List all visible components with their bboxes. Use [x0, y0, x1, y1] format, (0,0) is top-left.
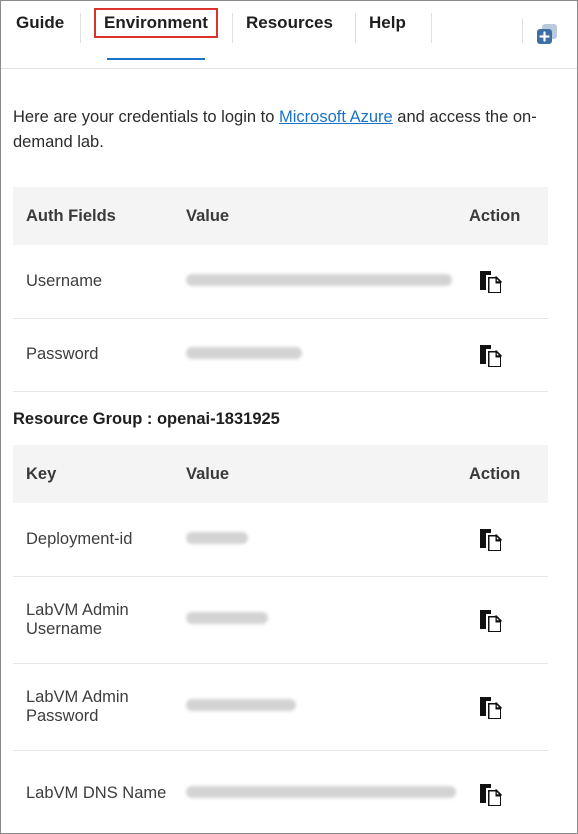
- tab-divider: [80, 13, 81, 43]
- action-cell: [456, 576, 548, 664]
- tab-divider: [431, 13, 432, 43]
- tab-divider: [522, 19, 523, 43]
- username-value: [173, 245, 456, 319]
- header-value: Value: [173, 445, 456, 503]
- header-key: Key: [13, 445, 173, 503]
- copy-icon[interactable]: [477, 526, 503, 552]
- lab-panel: Guide Environment Resources Help Here ar…: [0, 0, 578, 834]
- header-action: Action: [456, 445, 548, 503]
- tab-bar: Guide Environment Resources Help: [1, 1, 577, 69]
- table-row: LabVM Admin Password: [13, 663, 548, 751]
- add-panel-icon[interactable]: [535, 22, 559, 46]
- labvm-admin-username-label: LabVM Admin Username: [13, 576, 173, 664]
- labvm-admin-username-value: [173, 576, 456, 664]
- action-cell: [456, 503, 548, 577]
- resource-group-table: Key Value Action Deployment-id LabVM Adm…: [13, 445, 548, 833]
- table-row: LabVM Admin Username: [13, 576, 548, 664]
- intro-text: Here are your credentials to login to Mi…: [13, 105, 553, 155]
- tab-guide[interactable]: Guide: [16, 13, 64, 33]
- action-cell: [456, 750, 548, 833]
- active-tab-indicator: [107, 58, 205, 60]
- username-label: Username: [13, 245, 173, 319]
- action-cell: [456, 245, 548, 319]
- table-header: Key Value Action: [13, 445, 548, 503]
- copy-icon[interactable]: [477, 781, 503, 807]
- table-row: Username: [13, 245, 548, 319]
- tab-environment[interactable]: Environment: [94, 8, 218, 38]
- header-action: Action: [456, 187, 548, 245]
- credentials-table: Auth Fields Value Action Username Passwo…: [13, 187, 548, 392]
- password-value: [173, 318, 456, 392]
- header-auth-fields: Auth Fields: [13, 187, 173, 245]
- copy-icon[interactable]: [477, 268, 503, 294]
- copy-icon[interactable]: [477, 342, 503, 368]
- table-row: Deployment-id: [13, 503, 548, 577]
- action-cell: [456, 663, 548, 751]
- password-label: Password: [13, 318, 173, 392]
- labvm-admin-password-value: [173, 663, 456, 751]
- action-cell: [456, 318, 548, 392]
- tab-resources[interactable]: Resources: [246, 13, 333, 33]
- intro-before: Here are your credentials to login to: [13, 108, 279, 126]
- tab-help[interactable]: Help: [369, 13, 406, 33]
- tab-divider: [232, 13, 233, 43]
- copy-icon[interactable]: [477, 694, 503, 720]
- resource-group-label: Resource Group : openai-1831925: [13, 410, 280, 428]
- labvm-dns-name-value: [173, 750, 456, 833]
- deployment-id-value: [173, 503, 456, 577]
- labvm-admin-password-label: LabVM Admin Password: [13, 663, 173, 751]
- labvm-dns-name-label: LabVM DNS Name: [13, 750, 173, 833]
- tab-divider: [355, 13, 356, 43]
- microsoft-azure-link[interactable]: Microsoft Azure: [279, 108, 393, 126]
- header-value: Value: [173, 187, 456, 245]
- table-header: Auth Fields Value Action: [13, 187, 548, 245]
- table-row: Password: [13, 318, 548, 392]
- deployment-id-label: Deployment-id: [13, 503, 173, 577]
- copy-icon[interactable]: [477, 607, 503, 633]
- table-row: LabVM DNS Name: [13, 750, 548, 833]
